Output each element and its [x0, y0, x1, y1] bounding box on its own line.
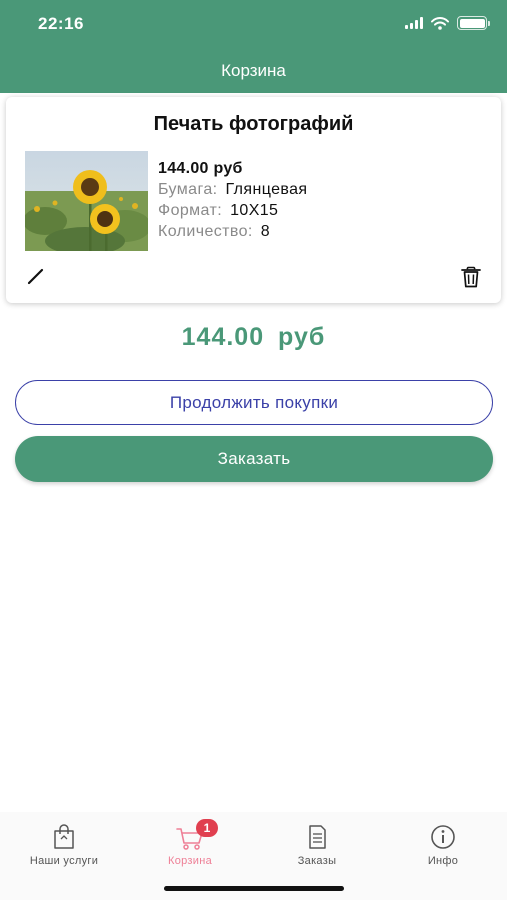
tab-cart[interactable]: 1 Корзина — [135, 819, 245, 872]
trash-icon[interactable] — [459, 265, 483, 289]
tab-label: Наши услуги — [29, 855, 99, 867]
signal-icon — [405, 17, 423, 29]
cart-badge: 1 — [196, 819, 218, 837]
quantity-label: Количество: — [158, 223, 253, 240]
continue-shopping-button[interactable]: Продолжить покупки — [15, 380, 493, 425]
status-time: 22:16 — [38, 14, 84, 33]
product-title: Печать фотографий — [153, 113, 354, 135]
paper-row: Бумага: Глянцевая — [158, 181, 307, 202]
format-label: Формат: — [158, 202, 223, 219]
battery-icon — [457, 16, 490, 30]
tab-orders[interactable]: Заказы — [262, 822, 372, 872]
tab-label: Заказы — [297, 855, 337, 867]
cart-item-card: Печать фотографий 144.00 руб Бумага: Гля… — [6, 97, 501, 303]
item-details: 144.00 руб Бумага: Глянцевая Формат: 10X15… — [158, 160, 307, 244]
product-thumbnail — [25, 151, 148, 251]
cart-total: 144.00 руб — [181, 323, 326, 351]
quantity-value: 8 — [260, 223, 271, 240]
pencil-icon[interactable] — [25, 265, 47, 287]
home-indicator — [164, 886, 344, 891]
page-title: Корзина — [221, 61, 286, 80]
tab-label: Инфо — [427, 855, 459, 867]
format-row: Формат: 10X15 — [158, 202, 307, 223]
tab-label: Корзина — [168, 855, 212, 867]
document-icon — [309, 825, 326, 849]
format-value: 10X15 — [230, 202, 279, 219]
wifi-icon — [431, 16, 449, 30]
quantity-row: Количество: 8 — [158, 223, 307, 244]
tab-services[interactable]: Наши услуги — [9, 822, 119, 872]
status-icons — [405, 16, 490, 30]
info-icon — [431, 825, 455, 849]
order-button[interactable]: Заказать — [15, 436, 493, 482]
item-price: 144.00 руб — [158, 160, 243, 177]
app-header: 22:16 Корзина — [0, 0, 507, 93]
shopping-bag-icon — [54, 824, 74, 849]
paper-value: Глянцевая — [225, 181, 308, 198]
paper-label: Бумага: — [158, 181, 218, 198]
tab-info[interactable]: Инфо — [388, 822, 498, 872]
